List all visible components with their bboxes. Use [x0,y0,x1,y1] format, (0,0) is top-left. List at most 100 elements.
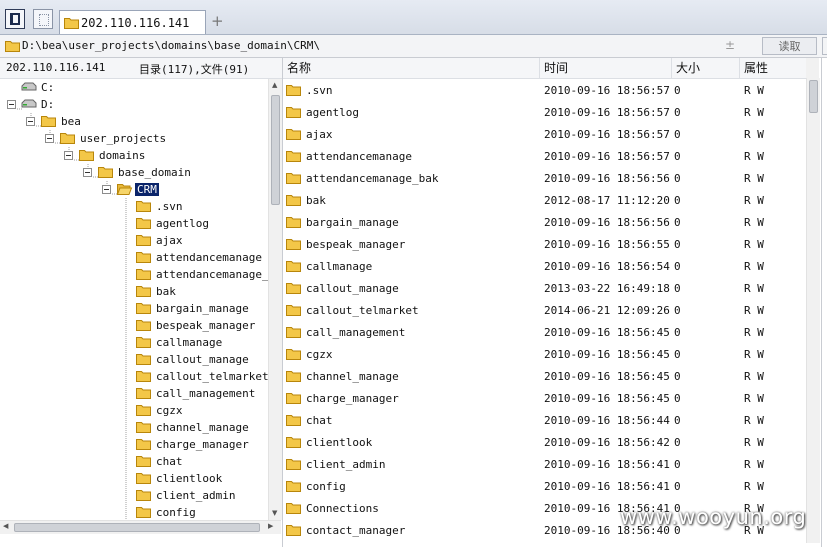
tree-item[interactable]: bargain_manage [0,300,268,317]
tree-item[interactable]: user_projects [0,130,268,147]
tree-item[interactable]: C: [0,79,268,96]
tree-item[interactable]: .svn [0,198,268,215]
tree-item[interactable]: chat [0,453,268,470]
cell-time: 2010-09-16 18:56:56 [544,172,670,185]
table-row[interactable]: ajax 2010-09-16 18:56:57 0 R W [283,123,806,145]
cell-size: 0 [674,260,681,273]
path-dropdown-button[interactable]: ± [725,38,735,52]
tree-vertical-scrollbar[interactable]: ▲ ▼ [268,79,282,520]
table-row[interactable]: callmanage 2010-09-16 18:56:54 0 R W [283,255,806,277]
tree-item[interactable]: bea [0,113,268,130]
folder-icon [5,41,20,52]
file-list-scroll-thumb[interactable] [809,80,818,113]
table-row[interactable]: agentlog 2010-09-16 18:56:57 0 R W [283,101,806,123]
column-header-name[interactable]: 名称 [283,58,540,78]
tree-item[interactable]: call_management [0,385,268,402]
tree-item[interactable]: client_admin [0,487,268,504]
tree-item-label: bespeak_manager [156,319,256,332]
tree-item[interactable]: CRM [0,181,268,198]
tree-item[interactable]: callmanage [0,334,268,351]
tree-item[interactable]: domains [0,147,268,164]
tree-item-label: CRM [135,183,159,196]
collapse-toggle-icon[interactable] [64,151,73,160]
folder-icon [136,490,151,501]
table-row[interactable]: callout_telmarket 2014-06-21 12:09:26 0 R W [283,299,806,321]
table-row[interactable]: channel_manage 2010-09-16 18:56:45 0 R W [283,365,806,387]
column-header-attr[interactable]: 属性 [740,58,806,78]
table-row[interactable]: chat 2010-09-16 18:56:44 0 R W [283,409,806,431]
tree-item[interactable]: charge_manager [0,436,268,453]
new-window-button[interactable] [33,9,53,29]
tree-item[interactable]: config [0,504,268,520]
collapse-toggle-icon[interactable] [7,100,16,109]
tree-item[interactable]: D: [0,96,268,113]
table-row[interactable]: client_admin 2010-09-16 18:56:41 0 R W [283,453,806,475]
table-row[interactable]: bargain_manage 2010-09-16 18:56:56 0 R W [283,211,806,233]
cell-name: .svn [306,84,333,97]
folder-icon [136,218,151,229]
tree-item[interactable]: base_domain [0,164,268,181]
scroll-right-arrow-icon[interactable]: ▶ [268,522,273,530]
folder-icon [286,459,301,470]
scroll-up-arrow-icon[interactable]: ▲ [272,81,277,89]
cell-size: 0 [674,458,681,471]
column-header-time[interactable]: 时间 [540,58,672,78]
tree-item[interactable]: attendancemanage [0,249,268,266]
cell-attr: R W [744,260,764,273]
file-list-vertical-scrollbar[interactable] [806,78,820,543]
folder-icon [286,239,301,250]
tree-item[interactable]: attendancemanage_ba [0,266,268,283]
tree-item[interactable]: clientlook [0,470,268,487]
tree-item[interactable]: callout_manage [0,351,268,368]
tree-horizontal-scrollbar[interactable]: ◀ ▶ [0,520,281,534]
tree-hscroll-thumb[interactable] [14,523,260,532]
tree-item[interactable]: channel_manage [0,419,268,436]
folder-icon [136,286,151,297]
collapse-toggle-icon[interactable] [102,185,111,194]
tree-item[interactable]: agentlog [0,215,268,232]
scroll-left-arrow-icon[interactable]: ◀ [3,522,8,530]
scroll-down-arrow-icon[interactable]: ▼ [272,509,277,517]
column-header-size[interactable]: 大小 [672,58,740,78]
cell-time: 2010-09-16 18:56:45 [544,326,670,339]
table-row[interactable]: config 2010-09-16 18:56:41 0 R W [283,475,806,497]
table-row[interactable]: attendancemanage 2010-09-16 18:56:57 0 R W [283,145,806,167]
cell-name: cgzx [306,348,333,361]
path-edge-button[interactable] [822,37,827,55]
table-row[interactable]: cgzx 2010-09-16 18:56:45 0 R W [283,343,806,365]
cell-time: 2010-09-16 18:56:45 [544,392,670,405]
tree-item[interactable]: bespeak_manager [0,317,268,334]
table-row[interactable]: clientlook 2010-09-16 18:56:42 0 R W [283,431,806,453]
table-row[interactable]: bak 2012-08-17 11:12:20 0 R W [283,189,806,211]
table-row[interactable]: .svn 2010-09-16 18:56:57 0 R W [283,79,806,101]
table-row[interactable]: call_management 2010-09-16 18:56:45 0 R W [283,321,806,343]
table-row[interactable]: bespeak_manager 2010-09-16 18:56:55 0 R W [283,233,806,255]
tree-item[interactable]: ajax [0,232,268,249]
tree-item-label: callmanage [156,336,223,349]
tree-item[interactable]: callout_telmarket [0,368,268,385]
add-tab-button[interactable]: + [211,12,224,30]
path-input[interactable] [22,37,722,54]
drive-icon [21,99,37,108]
table-row[interactable]: attendancemanage_bak 2010-09-16 18:56:56 0… [283,167,806,189]
tree-item[interactable]: bak [0,283,268,300]
tree-item-label: clientlook [156,472,223,485]
table-row[interactable]: charge_manager 2010-09-16 18:56:45 0 R W [283,387,806,409]
panel-toggle-button[interactable] [5,9,25,29]
folder-icon [136,269,151,280]
tab-host[interactable]: 202.110.116.141 [59,10,206,34]
folder-icon [136,354,151,365]
collapse-toggle-icon[interactable] [26,117,35,126]
folder-icon [286,151,301,162]
folder-icon [41,116,56,127]
table-row[interactable]: callout_manage 2013-03-22 16:49:18 0 R W [283,277,806,299]
collapse-toggle-icon[interactable] [83,168,92,177]
read-button[interactable]: 读取 [762,37,817,55]
tree-item[interactable]: cgzx [0,402,268,419]
cell-name: charge_manager [306,392,399,405]
tree-item-label: cgzx [156,404,183,417]
tree-scroll-thumb[interactable] [271,95,280,205]
directory-tree: C: D: bea user_projects domains base_domain CR… [0,79,268,520]
collapse-toggle-icon[interactable] [45,134,54,143]
cell-time: 2010-09-16 18:56:41 [544,458,670,471]
